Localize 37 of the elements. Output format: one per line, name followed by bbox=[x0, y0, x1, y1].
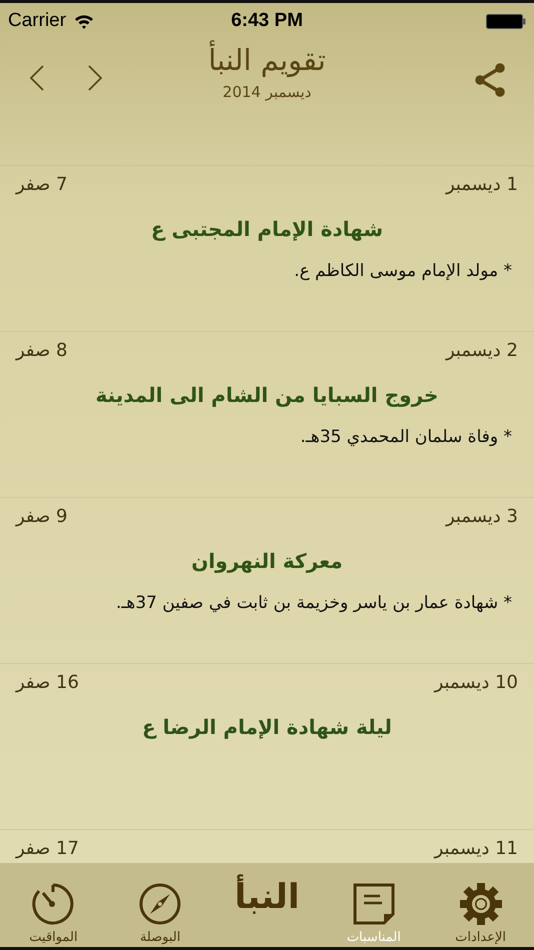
tab-item[interactable]: الإعدادات bbox=[427, 863, 534, 947]
gregorian-date: 11 ديسمبر bbox=[434, 838, 518, 859]
hijri-date: 9 صفر bbox=[16, 506, 68, 527]
tab-item[interactable]: المواقيت bbox=[0, 863, 107, 947]
hijri-date: 7 صفر bbox=[16, 174, 68, 195]
event-row[interactable]: 3 ديسمبر 9 صفر معركة النهروان * شهادة عمار بن ياسر وخزيمة بن ثابت في صفين 37هـ. bbox=[0, 498, 534, 664]
share-icon bbox=[474, 63, 506, 97]
chevron-left-icon bbox=[30, 65, 44, 91]
wifi-icon bbox=[74, 14, 94, 28]
event-title: معركة النهروان bbox=[190, 549, 344, 573]
hijri-date: 16 صفر bbox=[16, 672, 79, 693]
event-note: * شهادة عمار بن ياسر وخزيمة بن ثابت في صفين 37هـ. bbox=[114, 593, 513, 613]
compass-icon bbox=[138, 882, 182, 926]
event-title: خروج السبايا من الشام الى المدينة bbox=[94, 383, 440, 407]
event-note: * مولد الإمام موسى الكاظم ع. bbox=[293, 261, 513, 281]
gregorian-date: 3 ديسمبر bbox=[446, 506, 518, 527]
status-time: 6:43 PM bbox=[231, 10, 303, 32]
event-title: شهادة الإمام المجتبى ع bbox=[150, 217, 384, 241]
gregorian-date: 1 ديسمبر bbox=[446, 174, 518, 195]
battery-icon bbox=[486, 14, 526, 28]
gregorian-date: 2 ديسمبر bbox=[446, 340, 518, 361]
timer-icon bbox=[31, 882, 76, 926]
month-label: ديسمبر 2014 bbox=[222, 83, 312, 101]
tab-item[interactable]: البوصلة bbox=[106, 863, 214, 947]
event-row[interactable]: 2 ديسمبر 8 صفر خروج السبايا من الشام الى المدينة * وفاة سلمان المحمدي 35هـ. bbox=[0, 332, 534, 498]
hijri-date: 8 صفر bbox=[16, 340, 68, 361]
gregorian-date: 10 ديسمبر bbox=[434, 672, 518, 693]
chevron-right-icon bbox=[88, 65, 102, 91]
event-row[interactable]: 1 ديسمبر 7 صفر شهادة الإمام المجتبى ع * مولد الإمام موسى الكاظم ع. bbox=[0, 166, 534, 332]
event-row[interactable]: 10 ديسمبر 16 صفر ليلة شهادة الإمام الرضا ع bbox=[0, 664, 534, 830]
note-icon bbox=[352, 882, 396, 926]
settings-icon bbox=[458, 882, 503, 926]
logo-tab[interactable]: النبأ bbox=[214, 863, 320, 947]
hijri-date: 17 صفر bbox=[16, 838, 79, 859]
carrier-label: Carrier bbox=[8, 10, 66, 32]
event-title: ليلة شهادة الإمام الرضا ع bbox=[141, 715, 393, 739]
event-note: * وفاة سلمان المحمدي 35هـ. bbox=[299, 427, 513, 447]
